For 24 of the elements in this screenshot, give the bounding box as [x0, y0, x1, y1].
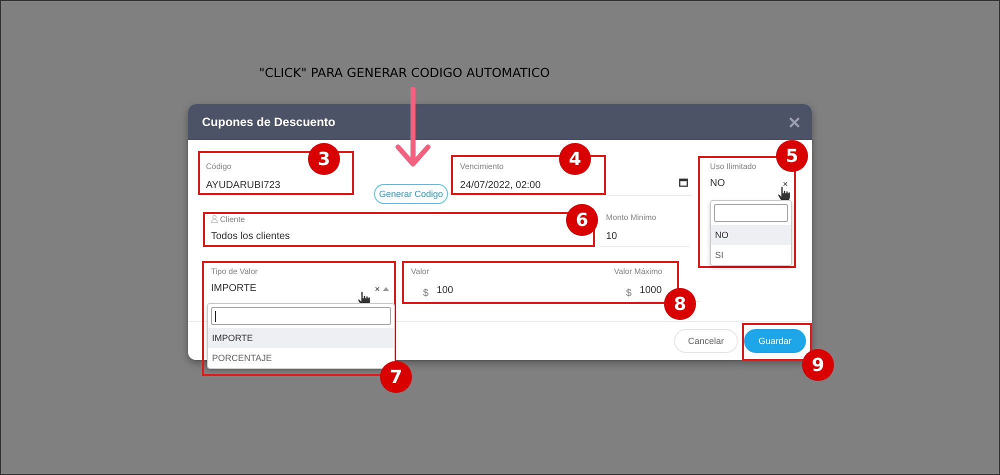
calendar-icon[interactable]	[679, 178, 688, 187]
currency-symbol: $	[626, 288, 632, 298]
dropdown-option[interactable]: NO	[711, 225, 792, 245]
dialog-title: Cupones de Descuento	[202, 115, 336, 129]
field-label: Valor Máximo	[613, 267, 662, 278]
field-label: Valor	[410, 267, 430, 278]
user-icon	[211, 215, 218, 223]
currency-symbol: $	[423, 288, 429, 298]
step-number: 7	[380, 361, 412, 393]
close-icon[interactable]	[789, 116, 800, 128]
value-field[interactable]: 100	[432, 284, 600, 302]
search-field[interactable]	[211, 307, 391, 325]
field-label: Uso Ilimitado	[709, 162, 756, 173]
search-field[interactable]	[714, 204, 788, 222]
caret-icon	[383, 286, 389, 290]
minimum-amount-field[interactable]: Monto Minimo 10	[600, 213, 690, 247]
step-number: 9	[802, 349, 834, 381]
field-label: Tipo de Valor	[210, 267, 258, 278]
dropdown-option[interactable]: IMPORTE	[208, 328, 394, 348]
value-type-select[interactable]: IMPORTE ×	[205, 279, 395, 300]
dropdown-option[interactable]: SI	[711, 245, 792, 265]
cancel-button[interactable]: Cancelar	[674, 329, 738, 353]
annotation-caption: "CLICK" PARA GENERAR CODIGO AUTOMATICO	[259, 65, 550, 80]
field-label: Cliente	[220, 214, 245, 224]
